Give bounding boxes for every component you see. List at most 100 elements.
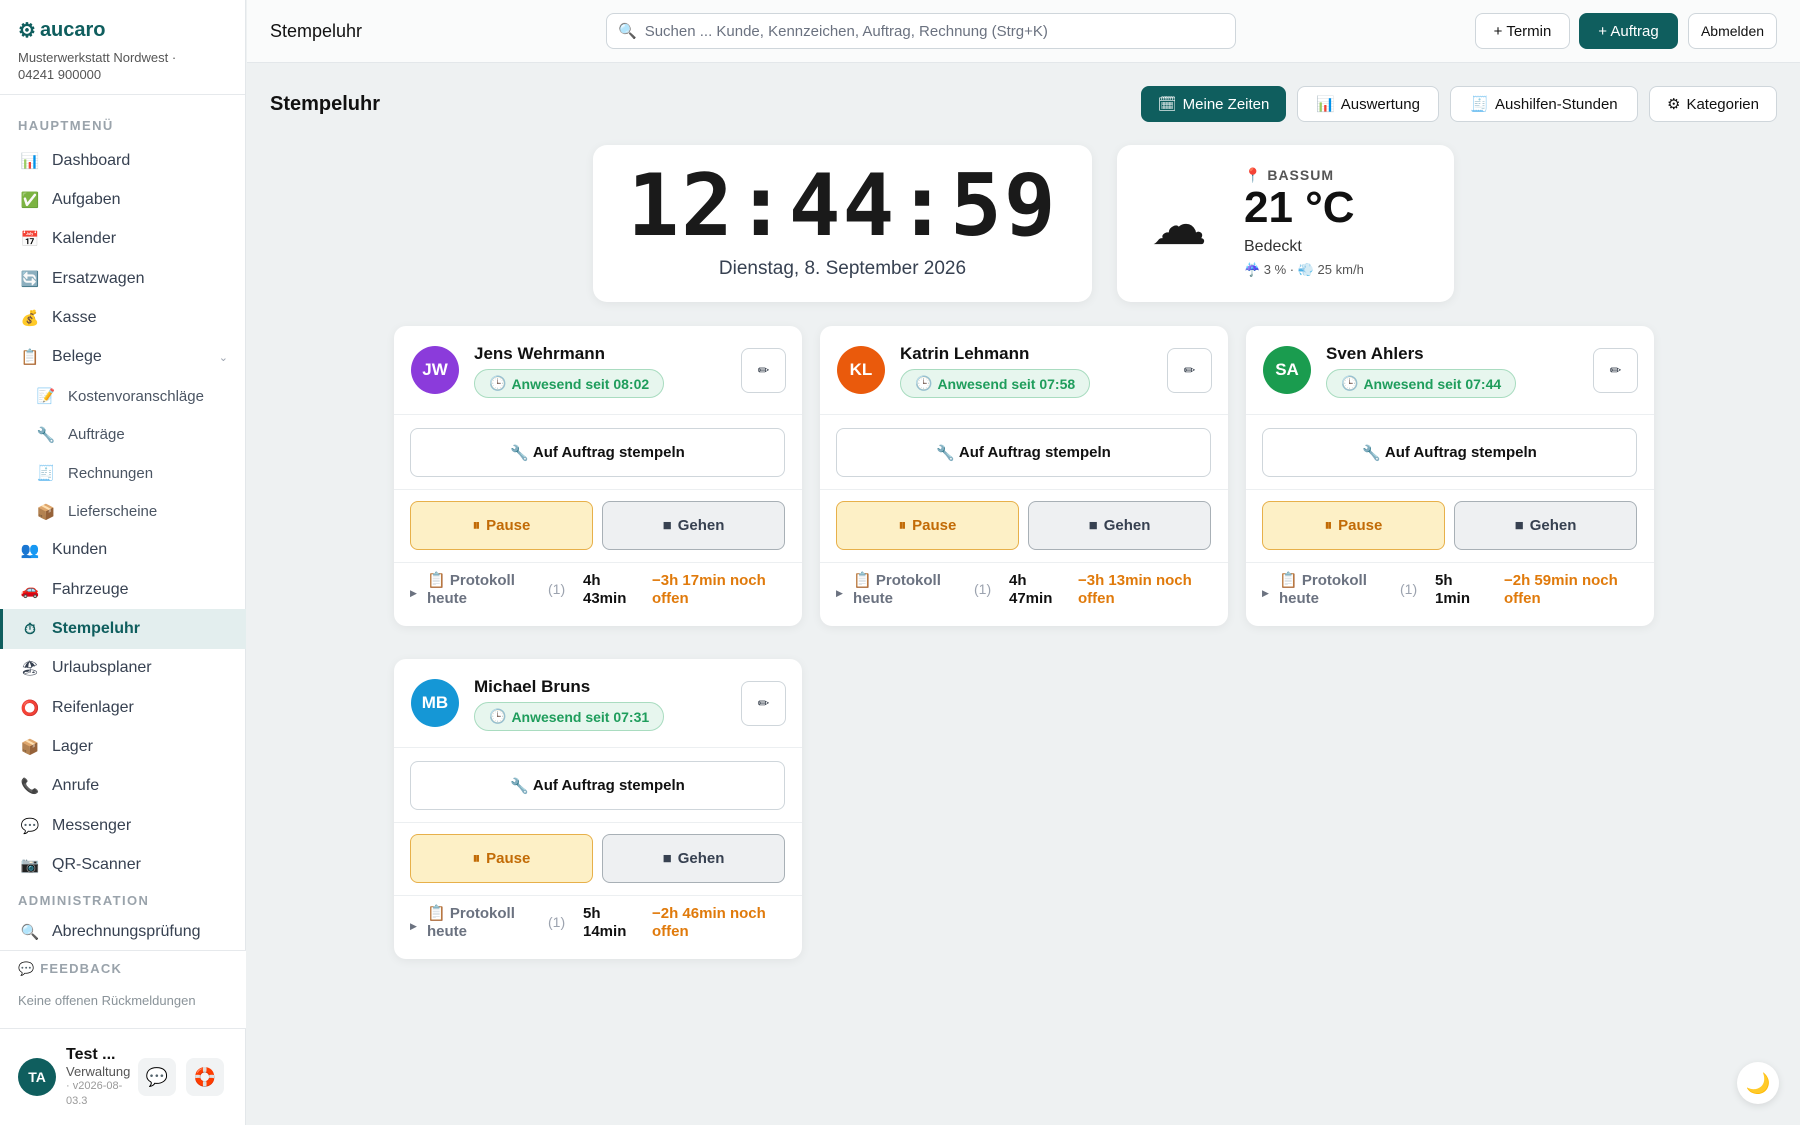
- search-placeholder: Suchen ... Kunde, Kennzeichen, Auftrag, …: [644, 22, 1048, 40]
- chat-icon: 💬: [20, 817, 40, 835]
- sidebar-item-kasse[interactable]: 💰 Kasse: [0, 298, 246, 337]
- divider: [1246, 562, 1654, 563]
- remaining-hours: −3h 17min noch offen: [652, 572, 766, 607]
- new-order-button[interactable]: + Auftrag: [1579, 13, 1678, 49]
- triangle-right-icon: ▶: [410, 921, 417, 931]
- sidebar-item-aufgaben[interactable]: ✅ Aufgaben: [0, 180, 246, 219]
- stop-icon: ■: [662, 517, 672, 534]
- status-badge: 🕒 Anwesend seit 08:02: [474, 369, 665, 398]
- avatar[interactable]: TA: [18, 1058, 56, 1096]
- temp-hours-button[interactable]: 🧾 Aushilfen-Stunden: [1450, 86, 1638, 122]
- topbar-title: Stempeluhr: [270, 21, 363, 41]
- receipt-icon: 🧾: [36, 465, 56, 483]
- employee-card: JW Jens Wehrmann 🕒 Anwesend seit 08:02 ✏ …: [394, 326, 802, 626]
- pause-button[interactable]: ⏸ Pause: [836, 501, 1019, 550]
- chat-button[interactable]: 💬: [138, 1058, 176, 1096]
- people-icon: 👥: [20, 542, 40, 560]
- sidebar-item-kostenvoranschlaege[interactable]: 📝 Kostenvoranschläge: [0, 377, 246, 416]
- clipboard-icon: 📋: [20, 349, 40, 367]
- divider: [820, 489, 1228, 490]
- protocol-toggle[interactable]: ▶ 📋 Protokoll heute (1) 4h 47min −3h 13m…: [820, 572, 1228, 618]
- sidebar-item-auftraege[interactable]: 🔧 Aufträge: [0, 415, 246, 454]
- user-name: Test ...: [66, 1045, 116, 1063]
- search-input[interactable]: 🔍 Suchen ... Kunde, Kennzeichen, Auftrag…: [606, 13, 1236, 49]
- my-times-button[interactable]: 🗓 Meine Zeiten: [1141, 86, 1286, 122]
- chart-icon: 📊: [20, 152, 40, 170]
- sidebar-item-lieferscheine[interactable]: 📦 Lieferscheine: [0, 492, 246, 531]
- sidebar-item-anrufe[interactable]: 📞 Anrufe: [0, 767, 246, 806]
- gear-icon: ⚙: [1666, 96, 1681, 113]
- book-on-order-button[interactable]: 🔧 Auf Auftrag stempeln: [1262, 428, 1637, 477]
- pause-button[interactable]: ⏸ Pause: [1262, 501, 1445, 550]
- brand-logo[interactable]: ⚙ aucaro: [18, 18, 227, 43]
- triangle-right-icon: ▶: [836, 588, 843, 598]
- edit-button[interactable]: ✏: [741, 681, 786, 726]
- wrench-icon: 🔧: [510, 777, 529, 795]
- sidebar-item-kalender[interactable]: 📅 Kalender: [0, 220, 246, 259]
- edit-button[interactable]: ✏: [1593, 348, 1638, 393]
- edit-button[interactable]: ✏: [741, 348, 786, 393]
- help-button[interactable]: 🛟: [186, 1058, 224, 1096]
- book-on-order-button[interactable]: 🔧 Auf Auftrag stempeln: [836, 428, 1211, 477]
- protocol-label: 📋 Protokoll heute: [853, 572, 941, 607]
- dark-mode-toggle[interactable]: 🌙: [1737, 1062, 1779, 1104]
- leave-button[interactable]: ■ Gehen: [1454, 501, 1637, 550]
- sidebar-item-messenger[interactable]: 💬 Messenger: [0, 806, 246, 845]
- status-badge: 🕒 Anwesend seit 07:58: [900, 369, 1091, 398]
- pencil-icon: ✏: [757, 695, 770, 711]
- check-icon: ✅: [20, 191, 40, 209]
- divider: [394, 822, 802, 823]
- employee-card-header: KL Katrin Lehmann 🕒 Anwesend seit 07:58 ✏: [820, 326, 1228, 415]
- sidebar-item-urlaubsplaner[interactable]: 🏖 Urlaubsplaner: [0, 649, 246, 688]
- pencil-icon: ✏: [757, 362, 770, 378]
- sidebar-item-qr-scanner[interactable]: 📷 QR-Scanner: [0, 845, 246, 884]
- ring-icon: ⭕: [20, 699, 40, 717]
- leave-button[interactable]: ■ Gehen: [1028, 501, 1211, 550]
- sidebar-item-dashboard[interactable]: 📊 Dashboard: [0, 141, 246, 180]
- book-on-order-button[interactable]: 🔧 Auf Auftrag stempeln: [410, 428, 785, 477]
- topbar: Stempeluhr 🔍 Suchen ... Kunde, Kennzeich…: [247, 0, 1800, 63]
- edit-button[interactable]: ✏: [1167, 348, 1212, 393]
- user-box: TA Test ... Verwaltung · v2026-08-03.3 💬…: [0, 1028, 246, 1125]
- sidebar-item-abrechnungspruefung[interactable]: 🔍 Abrechnungsprüfung: [0, 912, 246, 951]
- sidebar-item-belege[interactable]: 📋 Belege ⌄: [0, 337, 246, 376]
- leave-button[interactable]: ■ Gehen: [602, 501, 785, 550]
- protocol-toggle[interactable]: ▶ 📋 Protokoll heute (1) 5h 14min −2h 46m…: [394, 905, 802, 951]
- feedback-title: 💬 FEEDBACK: [18, 961, 123, 976]
- sidebar-item-rechnungen[interactable]: 🧾 Rechnungen: [0, 454, 246, 493]
- clock-widget: 12:44:59 Dienstag, 8. September 2026: [593, 145, 1092, 302]
- sidebar-item-kunden[interactable]: 👥 Kunden: [0, 531, 246, 570]
- pause-icon: ⏸: [898, 517, 907, 534]
- pause-icon: ⏸: [472, 850, 481, 867]
- beach-icon: 🏖: [20, 660, 40, 678]
- employee-name: Sven Ahlers: [1326, 344, 1424, 363]
- brand-subtitle: Musterwerkstatt Nordwest · 04241 900000: [18, 50, 177, 82]
- protocol-toggle[interactable]: ▶ 📋 Protokoll heute (1) 4h 43min −3h 17m…: [394, 572, 802, 618]
- page-title: Stempeluhr: [270, 93, 381, 115]
- leave-button[interactable]: ■ Gehen: [602, 834, 785, 883]
- sidebar-item-lager[interactable]: 📦 Lager: [0, 727, 246, 766]
- stop-icon: ■: [662, 850, 672, 867]
- box-icon: 📦: [20, 738, 40, 756]
- evaluation-button[interactable]: 📊 Auswertung: [1297, 86, 1439, 122]
- book-on-order-button[interactable]: 🔧 Auf Auftrag stempeln: [410, 761, 785, 810]
- pause-button[interactable]: ⏸ Pause: [410, 501, 593, 550]
- pin-icon: 📍: [1244, 167, 1263, 183]
- employee-name: Jens Wehrmann: [474, 344, 606, 363]
- new-appointment-button[interactable]: + Termin: [1475, 13, 1570, 49]
- categories-button[interactable]: ⚙ Kategorien: [1649, 86, 1777, 122]
- triangle-right-icon: ▶: [1262, 588, 1269, 598]
- remaining-hours: −2h 59min noch offen: [1504, 572, 1618, 607]
- sidebar-item-ersatzwagen[interactable]: 🔄 Ersatzwagen: [0, 259, 246, 298]
- sidebar-item-stempeluhr[interactable]: ⏱ Stempeluhr: [0, 609, 246, 649]
- sidebar-item-fahrzeuge[interactable]: 🚗 Fahrzeuge: [0, 570, 246, 609]
- pause-icon: ⏸: [1324, 517, 1333, 534]
- brand: ⚙ aucaro Musterwerkstatt Nordwest · 0424…: [0, 0, 245, 95]
- magnifier-icon: 🔍: [20, 924, 40, 942]
- wrench-icon: 🔧: [1362, 444, 1381, 462]
- protocol-toggle[interactable]: ▶ 📋 Protokoll heute (1) 5h 1min −2h 59mi…: [1246, 572, 1654, 618]
- employee-card: SA Sven Ahlers 🕒 Anwesend seit 07:44 ✏ 🔧 A…: [1246, 326, 1654, 626]
- logout-button[interactable]: Abmelden: [1688, 13, 1777, 49]
- sidebar-item-reifenlager[interactable]: ⭕ Reifenlager: [0, 688, 246, 727]
- pause-button[interactable]: ⏸ Pause: [410, 834, 593, 883]
